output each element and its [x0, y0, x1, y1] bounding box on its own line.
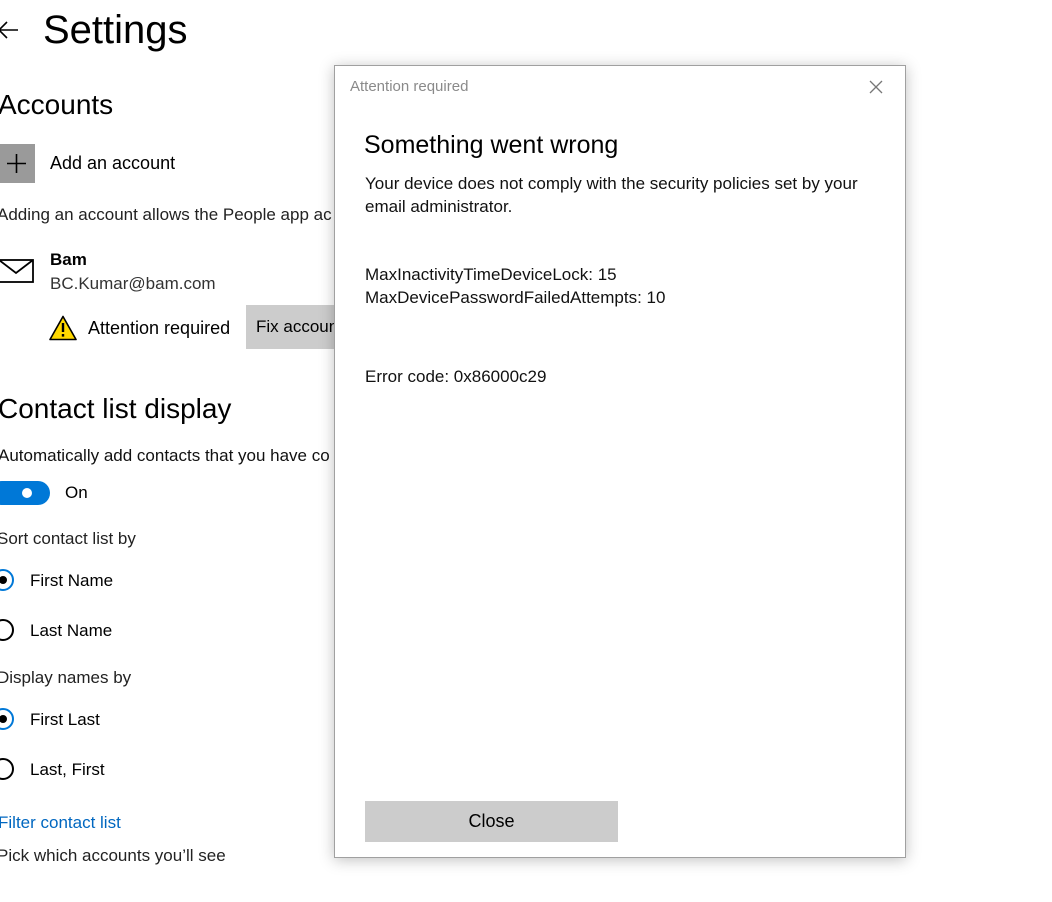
adding-account-description: Adding an account allows the People app …	[0, 205, 332, 224]
radio-sort-last-name-label[interactable]: Last Name	[30, 621, 112, 641]
close-icon[interactable]	[868, 79, 884, 95]
dialog-title: Attention required	[350, 78, 469, 95]
attention-dialog: Attention required Something went wrong …	[334, 65, 906, 858]
toggle-knob	[22, 488, 32, 498]
account-name: Bam	[50, 250, 87, 269]
dialog-heading: Something went wrong	[364, 131, 619, 159]
radio-sort-last-name[interactable]	[0, 619, 14, 641]
policy-item: MaxDevicePasswordFailedAttempts: 10	[365, 288, 666, 307]
page-title: Settings	[43, 8, 188, 52]
account-email: BC.Kumar@bam.com	[50, 274, 216, 293]
radio-display-first-last[interactable]	[0, 708, 14, 730]
filter-contact-list-link[interactable]: Filter contact list	[0, 813, 121, 833]
close-button[interactable]: Close	[365, 801, 618, 842]
back-arrow-icon[interactable]	[0, 18, 20, 42]
contact-list-heading: Contact list display	[0, 393, 232, 424]
sort-contact-list-label: Sort contact list by	[0, 529, 136, 548]
dialog-message: Your device does not comply with the sec…	[365, 174, 858, 216]
display-names-label: Display names by	[0, 668, 132, 687]
radio-sort-first-name-label[interactable]: First Name	[30, 571, 113, 591]
accounts-heading: Accounts	[0, 89, 114, 120]
radio-display-first-last-label[interactable]: First Last	[30, 710, 100, 730]
auto-add-toggle[interactable]	[0, 481, 50, 505]
policy-item: MaxInactivityTimeDeviceLock: 15	[365, 265, 617, 284]
radio-sort-first-name[interactable]	[0, 569, 14, 591]
auto-add-contacts-label: Automatically add contacts that you have…	[0, 446, 330, 465]
add-account-icon[interactable]	[0, 144, 35, 183]
account-status: Attention required	[88, 318, 231, 338]
mail-icon	[0, 255, 36, 285]
warning-icon	[49, 315, 77, 341]
toggle-state-label: On	[65, 483, 88, 502]
radio-display-last-first[interactable]	[0, 758, 14, 780]
pick-accounts-description: Pick which accounts you’ll see	[0, 846, 226, 865]
radio-display-last-first-label[interactable]: Last, First	[30, 760, 105, 780]
add-account-button[interactable]: Add an account	[50, 153, 175, 174]
error-code: Error code: 0x86000c29	[365, 367, 547, 386]
